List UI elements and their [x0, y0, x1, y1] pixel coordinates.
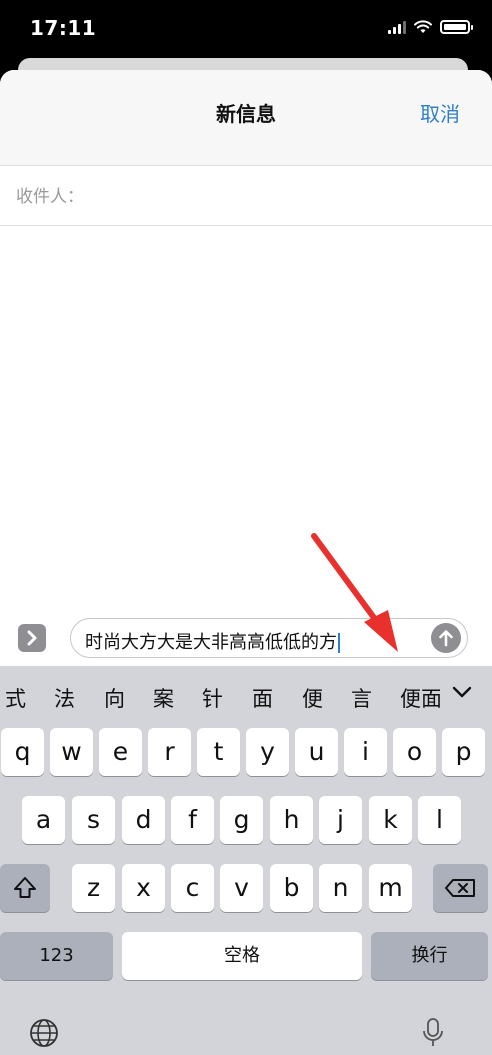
annotation-arrow-icon	[311, 533, 398, 652]
key-t[interactable]: t	[197, 728, 240, 776]
key-o[interactable]: o	[393, 728, 436, 776]
key-w[interactable]: w	[50, 728, 93, 776]
recipient-label: 收件人：	[16, 187, 84, 207]
key-f[interactable]: f	[171, 796, 214, 844]
key-s[interactable]: s	[72, 796, 115, 844]
candidate-item[interactable]: 面	[252, 683, 273, 713]
return-key[interactable]: 换行	[371, 932, 488, 980]
keyboard: 式 法 向 案 针 面 便 言 便面 q w e r t y u i o p a…	[0, 666, 492, 1055]
key-q[interactable]: q	[1, 728, 44, 776]
app-drawer-button[interactable]	[18, 624, 46, 652]
status-icons	[388, 20, 473, 34]
numbers-key[interactable]: 123	[0, 932, 113, 980]
sheet-header: 新信息 取消	[0, 70, 492, 166]
space-key[interactable]: 空格	[122, 932, 362, 980]
chevron-down-icon[interactable]	[448, 678, 476, 706]
status-time: 17:11	[30, 16, 97, 40]
candidate-item[interactable]: 式	[5, 683, 26, 713]
key-b[interactable]: b	[270, 864, 313, 912]
shift-key[interactable]	[0, 864, 50, 912]
key-u[interactable]: u	[295, 728, 338, 776]
candidate-bar: 式 法 向 案 针 面 便 言 便面	[0, 666, 492, 726]
candidate-item[interactable]: 便	[302, 683, 323, 713]
backspace-icon	[445, 879, 475, 897]
key-d[interactable]: d	[122, 796, 165, 844]
key-i[interactable]: i	[344, 728, 387, 776]
candidate-item[interactable]: 法	[54, 683, 75, 713]
globe-icon[interactable]	[28, 1017, 60, 1049]
send-button[interactable]	[431, 623, 461, 653]
arrow-up-icon	[439, 630, 453, 647]
key-v[interactable]: v	[220, 864, 263, 912]
key-l[interactable]: l	[418, 796, 461, 844]
key-m[interactable]: m	[369, 864, 412, 912]
key-k[interactable]: k	[369, 796, 412, 844]
candidate-item[interactable]: 针	[202, 683, 223, 713]
key-a[interactable]: a	[22, 796, 65, 844]
shift-icon	[14, 877, 36, 898]
page-title: 新信息	[216, 102, 276, 126]
keyboard-bottom-bar	[0, 1011, 492, 1055]
status-bar: 17:11	[0, 0, 492, 60]
key-c[interactable]: c	[171, 864, 214, 912]
key-g[interactable]: g	[220, 796, 263, 844]
candidate-item[interactable]: 向	[104, 683, 125, 713]
delete-key[interactable]	[433, 864, 488, 912]
chevron-right-icon	[27, 630, 37, 646]
key-j[interactable]: j	[319, 796, 362, 844]
key-h[interactable]: h	[270, 796, 313, 844]
wifi-icon	[414, 20, 432, 33]
battery-icon	[440, 20, 473, 34]
dictation-icon[interactable]	[416, 1017, 456, 1049]
candidate-item[interactable]: 案	[153, 683, 174, 713]
cellular-signal-icon	[388, 20, 406, 34]
key-e[interactable]: e	[99, 728, 142, 776]
key-x[interactable]: x	[122, 864, 165, 912]
key-z[interactable]: z	[72, 864, 115, 912]
candidate-item[interactable]: 言	[351, 683, 372, 713]
key-p[interactable]: p	[442, 728, 485, 776]
candidate-item[interactable]: 便面	[400, 683, 440, 713]
key-r[interactable]: r	[148, 728, 191, 776]
recipient-field[interactable]: 收件人：	[0, 166, 492, 226]
cancel-button[interactable]: 取消	[420, 98, 460, 127]
key-y[interactable]: y	[246, 728, 289, 776]
key-n[interactable]: n	[319, 864, 362, 912]
